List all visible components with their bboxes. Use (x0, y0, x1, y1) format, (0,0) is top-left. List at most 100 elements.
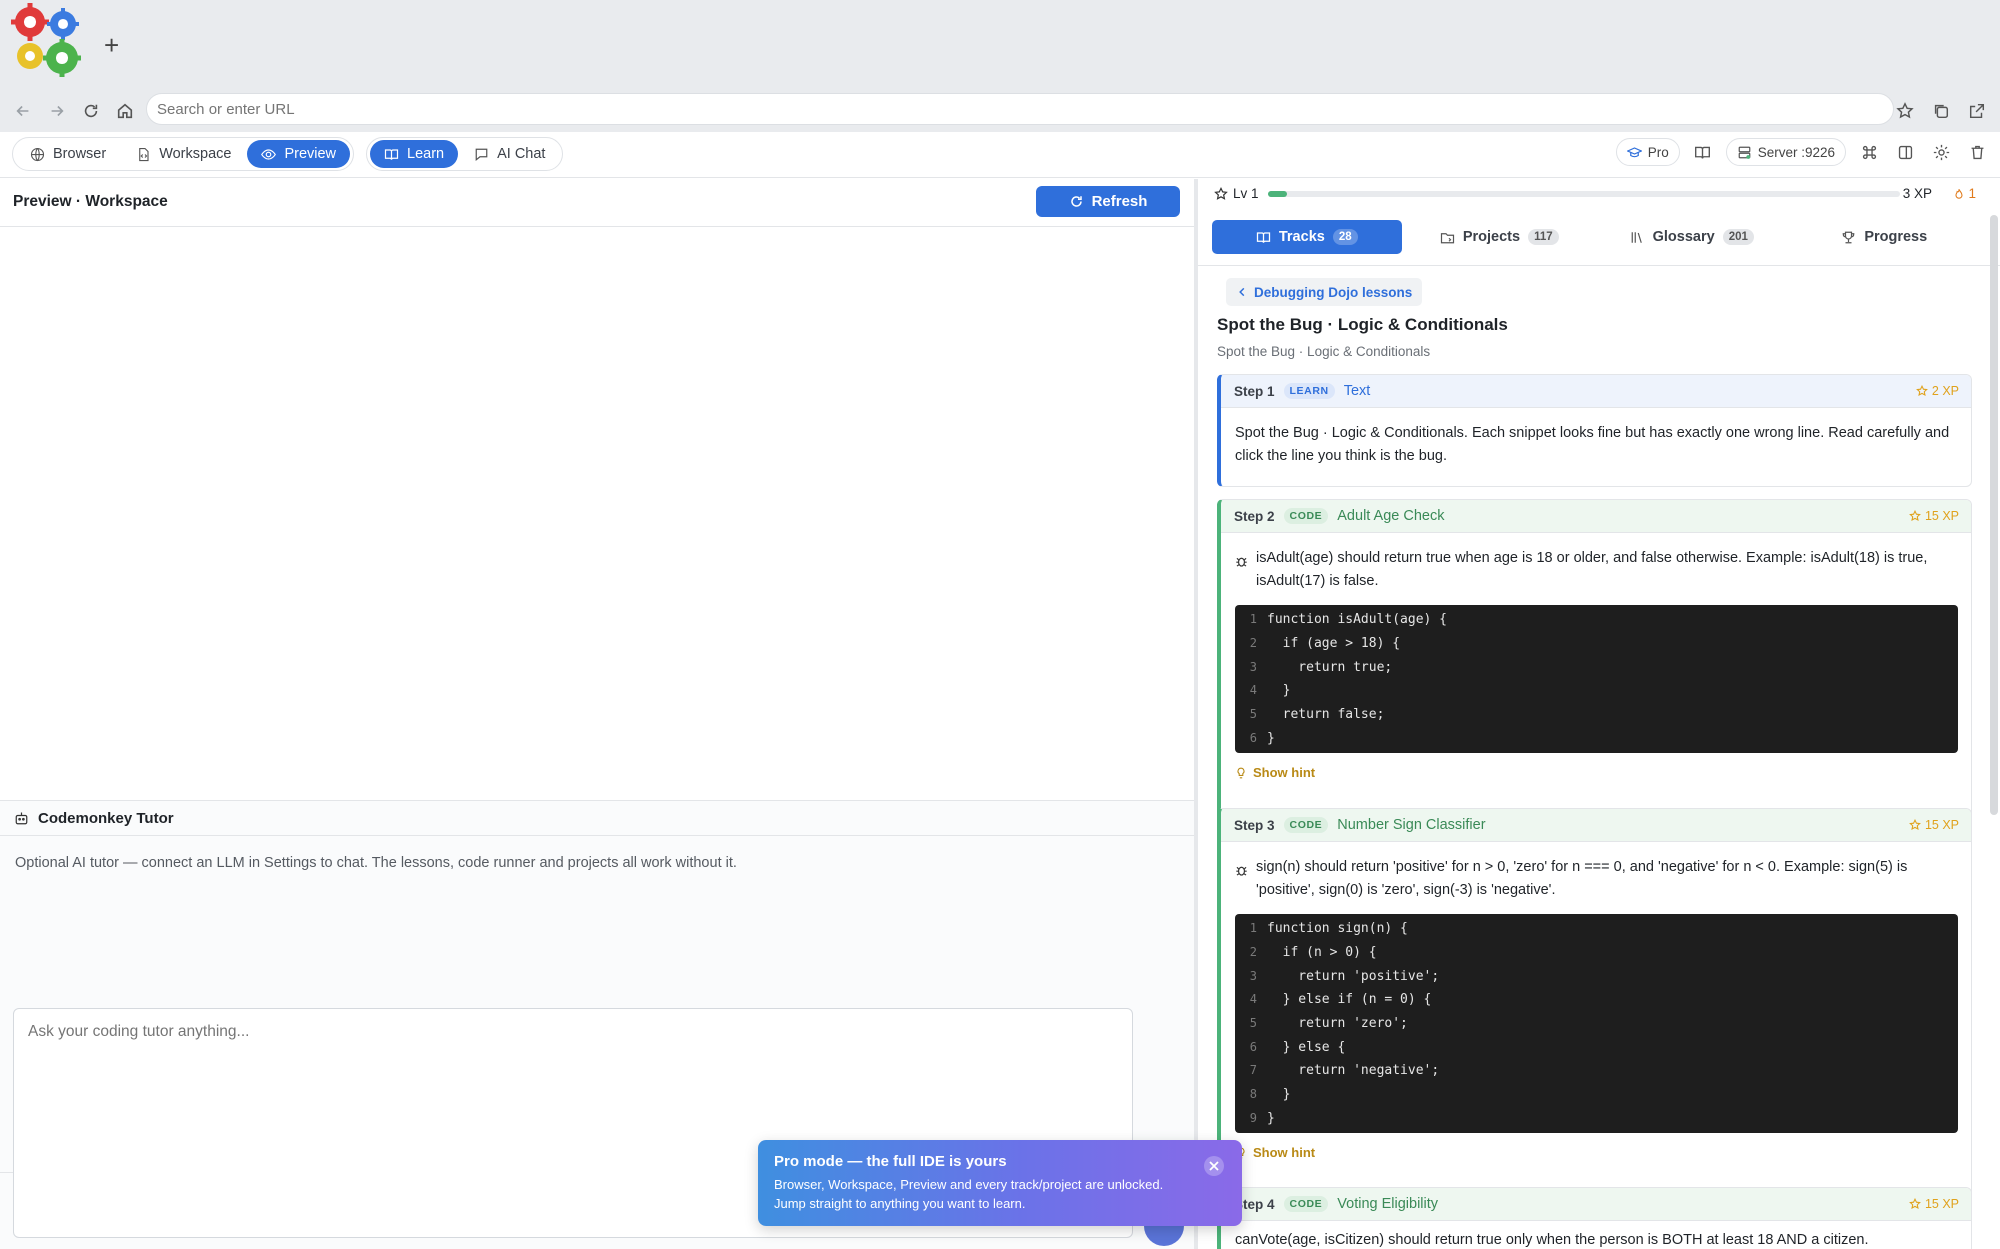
tab-progress[interactable]: Progress (1790, 220, 1980, 254)
flame-icon (1955, 188, 1964, 199)
code-text: return 'zero'; (1267, 1016, 1408, 1032)
tab-projects[interactable]: Projects 117 (1405, 220, 1595, 254)
graduation-cap-icon (1626, 146, 1642, 157)
code-line[interactable]: 8 } (1235, 1083, 1958, 1107)
code-line[interactable]: 7 return 'negative'; (1235, 1059, 1958, 1083)
show-hint-button[interactable]: Show hint (1235, 761, 1958, 784)
preview-area[interactable] (0, 228, 1194, 800)
code-line[interactable]: 6 } else { (1235, 1035, 1958, 1059)
code-text: if (n > 0) { (1267, 945, 1377, 961)
bookmark-star-icon[interactable] (1890, 96, 1920, 126)
streak-value: 1 (1968, 186, 1976, 201)
code-text: function sign(n) { (1267, 921, 1408, 937)
code-text: return false; (1267, 707, 1385, 723)
forward-icon[interactable] (42, 96, 72, 126)
chevron-left-icon (1239, 287, 1245, 297)
code-line[interactable]: 4 } else if (n = 0) { (1235, 988, 1958, 1012)
server-status[interactable]: Server :9226 (1725, 138, 1846, 166)
code-line[interactable]: 4 } (1235, 679, 1958, 703)
view-switcher: Browser Workspace Preview (12, 137, 355, 171)
code-text: } else if (n = 0) { (1267, 992, 1432, 1008)
url-input[interactable] (146, 93, 1894, 125)
show-hint-button[interactable]: Show hint (1235, 1141, 1958, 1164)
level-indicator: Lv 1 (1214, 186, 1259, 201)
line-number: 5 (1249, 1016, 1257, 1031)
url-bar (0, 90, 2000, 132)
tutor-note: Optional AI tutor — connect an LLM in Se… (15, 855, 737, 871)
mode-ai-chat[interactable]: AI Chat (460, 140, 559, 168)
eye-icon (261, 148, 277, 160)
back-icon[interactable] (8, 96, 38, 126)
home-icon[interactable] (110, 96, 140, 126)
code-line[interactable]: 3 return true; (1235, 655, 1958, 679)
step-header: Step 4 CODE Voting Eligibility 15 XP (1221, 1188, 1971, 1221)
open-book-icon[interactable] (1690, 138, 1716, 166)
code-text: function isAdult(age) { (1267, 612, 1448, 628)
close-icon[interactable] (1204, 1156, 1224, 1176)
line-number: 8 (1249, 1087, 1257, 1102)
tab-glossary[interactable]: Glossary 201 (1597, 220, 1787, 254)
code-text: return true; (1267, 659, 1393, 675)
tab-tracks[interactable]: Tracks 28 (1212, 220, 1402, 254)
code-line[interactable]: 5 return 'zero'; (1235, 1012, 1958, 1036)
external-link-icon[interactable] (1962, 96, 1992, 126)
tab-progress-label: Progress (1864, 229, 1928, 245)
tab-browser[interactable]: Browser (16, 140, 120, 168)
step-number: Step 3 (1234, 817, 1275, 833)
line-number: 4 (1249, 683, 1257, 698)
tab-workspace[interactable]: Workspace (122, 140, 245, 168)
learn-panel: Lv 1 3 XP 1 Tracks 28 Projects 117 Gloss… (1198, 179, 2000, 1249)
mode-ai-chat-label: AI Chat (497, 146, 546, 162)
line-number: 3 (1249, 659, 1257, 674)
trash-icon[interactable] (1964, 138, 1990, 166)
code-line[interactable]: 5 return false; (1235, 703, 1958, 727)
pro-badge[interactable]: Pro (1615, 138, 1680, 166)
code-line[interactable]: 2 if (n > 0) { (1235, 941, 1958, 965)
code-text: } (1267, 683, 1291, 699)
tab-preview[interactable]: Preview (247, 140, 351, 168)
command-icon[interactable] (1856, 138, 1882, 166)
code-line[interactable]: 1 function isAdult(age) { (1235, 608, 1958, 632)
code-line[interactable]: 2 if (age > 18) { (1235, 632, 1958, 656)
code-line[interactable]: 3 return 'positive'; (1235, 964, 1958, 988)
line-number: 3 (1249, 968, 1257, 983)
tutor-header: Codemonkey Tutor (0, 800, 1194, 836)
duplicate-icon[interactable] (1926, 96, 1956, 126)
step-kind-badge: CODE (1283, 1196, 1329, 1212)
toast-title: Pro mode — the full IDE is yours (774, 1153, 1007, 1170)
panel-layout-icon[interactable] (1892, 138, 1918, 166)
code-block: 1 function sign(n) {2 if (n > 0) {3 retur… (1235, 914, 1958, 1134)
step-header: Step 3 CODE Number Sign Classifier 15 XP (1221, 809, 1971, 842)
line-number: 2 (1249, 945, 1257, 960)
code-line[interactable]: 9} (1235, 1107, 1958, 1131)
gear-icon[interactable] (1928, 138, 1954, 166)
back-to-lessons-link[interactable]: Debugging Dojo lessons (1226, 278, 1423, 306)
preview-title: Preview · Workspace (13, 193, 168, 210)
line-number: 9 (1249, 1110, 1257, 1125)
refresh-icon (1070, 196, 1082, 207)
tab-browser-label: Browser (53, 146, 107, 162)
line-number: 6 (1249, 1039, 1257, 1054)
pro-mode-toast: Pro mode — the full IDE is yours Browser… (758, 1140, 1242, 1226)
step-xp-value: 15 XP (1924, 1197, 1959, 1211)
new-tab-button[interactable]: + (104, 30, 119, 60)
lesson-step: Step 4 CODE Voting Eligibility 15 XP can… (1217, 1187, 1972, 1249)
code-line[interactable]: 6} (1235, 726, 1958, 750)
scrollbar[interactable] (1990, 215, 1998, 815)
reload-icon[interactable] (76, 96, 106, 126)
code-text: } else { (1267, 1039, 1346, 1055)
library-icon (1631, 231, 1642, 243)
streak-counter: 1 (1953, 186, 1976, 201)
mode-learn[interactable]: Learn (370, 140, 459, 168)
step-kind-badge: CODE (1283, 817, 1329, 833)
code-line[interactable]: 1 function sign(n) { (1235, 917, 1958, 941)
line-number: 1 (1249, 921, 1257, 936)
app-logo (11, 3, 81, 77)
line-number: 5 (1249, 707, 1257, 722)
step-number: Step 2 (1234, 508, 1275, 524)
star-icon (1909, 819, 1921, 831)
show-hint-label: Show hint (1253, 765, 1316, 781)
refresh-button[interactable]: Refresh (1036, 186, 1180, 217)
projects-count-badge: 117 (1528, 229, 1559, 245)
line-number: 4 (1249, 992, 1257, 1007)
